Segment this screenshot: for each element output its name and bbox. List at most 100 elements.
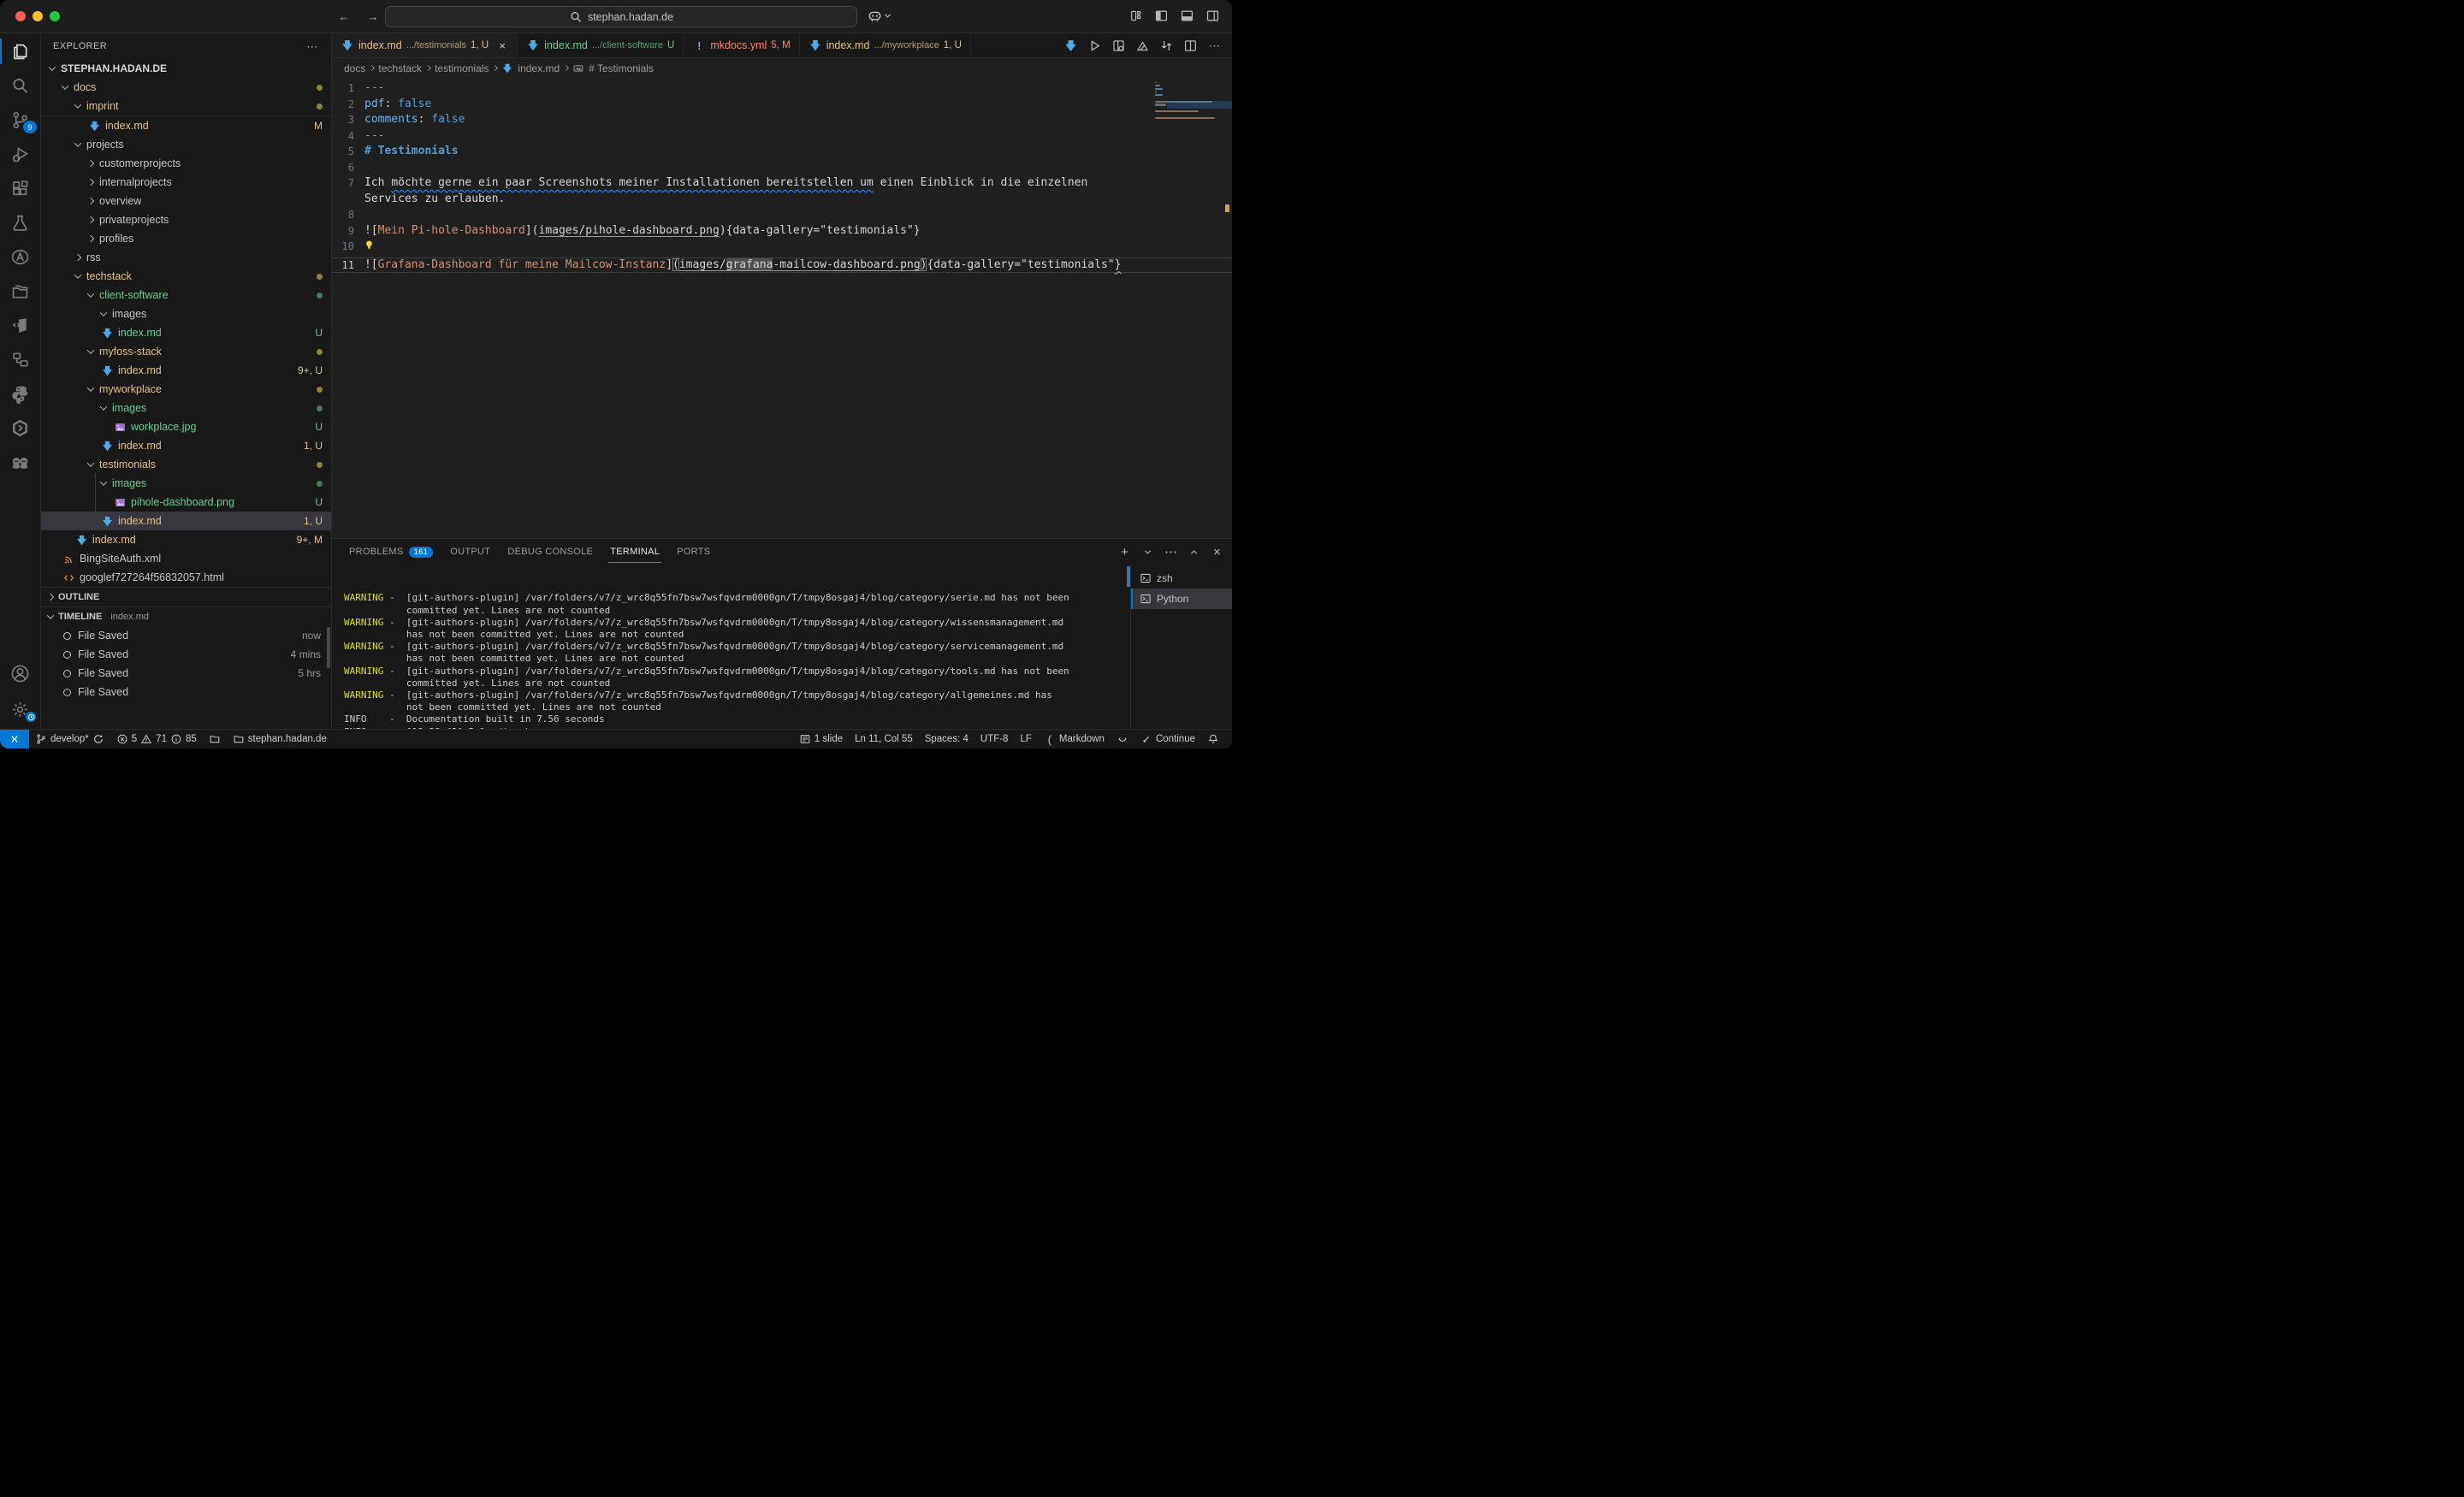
toggle-panel-button[interactable] [1180,9,1194,23]
status-language-status[interactable]: (Markdown [1038,730,1111,748]
status-slides-status[interactable]: 1 slide [793,730,849,748]
tree-item-myfoss-stack[interactable]: myfoss-stack [41,342,331,361]
status-eol-status[interactable]: LF [1014,730,1037,748]
timeline-entry[interactable]: File Savednow [41,626,331,645]
status-remote-indicator[interactable] [0,730,29,748]
breadcrumb-symbol[interactable]: # Testimonials [589,62,654,74]
tree-item-client-software[interactable]: client-software [41,286,331,305]
copilot-menu[interactable] [867,8,890,24]
status-editor-status[interactable] [203,730,227,748]
status-loading-status[interactable] [1111,730,1134,748]
terminal-scrollbar[interactable] [1127,566,1130,587]
status-notifications-bell[interactable] [1201,730,1225,748]
terminal-instance-python[interactable]: Python [1131,589,1232,609]
tree-item-images[interactable]: images [41,474,331,493]
activity-bar-item-extensions[interactable] [0,177,40,199]
status-encoding-status[interactable]: UTF-8 [974,730,1015,748]
editor-tab-index-md[interactable]: index.md.../myworkplace1, U [800,33,971,57]
breadcrumb-item[interactable]: testimonials [435,62,489,74]
markdown-preview-button[interactable] [1063,38,1078,53]
activity-bar-item-project-manager[interactable] [0,280,40,302]
activity-bar-item-source-control[interactable]: 9 [0,109,40,131]
breadcrumb-item[interactable]: techstack [378,62,422,74]
close-panel-button[interactable]: × [1211,546,1223,559]
sidebar-scrollbar[interactable] [327,627,330,668]
explorer-more-actions-button[interactable]: ⋯ [305,39,319,53]
terminal-output[interactable]: WARNING - [git-authors-plugin] /var/fold… [332,565,1130,729]
timeline-entry[interactable]: File Saved [41,683,331,701]
tree-item-pihole-dashboard-png[interactable]: pihole-dashboard.pngU [41,493,331,512]
activity-bar-item-hex-tool[interactable] [0,417,40,439]
tree-item-rss[interactable]: rss [41,248,331,267]
activity-bar-item-atlassian[interactable] [0,246,40,268]
timeline-entry[interactable]: File Saved4 mins [41,645,331,664]
toggle-secondary-sidebar-button[interactable] [1205,9,1220,23]
timeline-entry[interactable]: File Saved5 hrs [41,664,331,683]
tree-item-workplace-jpg[interactable]: workplace.jpgU [41,417,331,436]
diagram-preview-button[interactable] [1135,38,1150,53]
close-tab-button[interactable]: × [496,39,508,52]
activity-bar-item-accounts[interactable] [0,662,40,684]
tree-item-myworkplace[interactable]: myworkplace [41,380,331,399]
forward-button[interactable]: → [364,7,382,26]
tree-item-index-md[interactable]: index.mdU [41,323,331,342]
tree-item-projects[interactable]: projects [41,135,331,154]
tree-item-images[interactable]: images [41,399,331,417]
more-actions-button[interactable]: ⋯ [1207,38,1222,53]
open-preview-side-button[interactable] [1111,38,1126,53]
status-project-status[interactable]: stephan.hadan.de [227,730,333,748]
tree-item-overview[interactable]: overview [41,192,331,210]
panel-tab-output[interactable]: OUTPUT [441,539,499,565]
close-window-button[interactable] [15,11,26,21]
panel-tab-debug-console[interactable]: DEBUG CONSOLE [499,539,601,565]
panel-tab-ports[interactable]: PORTS [668,539,719,565]
toggle-primary-sidebar-button[interactable] [1154,9,1169,23]
activity-bar-item-testing[interactable] [0,211,40,234]
status-cursor-position[interactable]: Ln 11, Col 55 [849,730,919,748]
split-editor-button[interactable] [1183,38,1198,53]
customize-layout-button[interactable] [1128,9,1143,23]
outline-section-header[interactable]: OUTLINE [41,587,331,606]
tree-item-index-md[interactable]: index.md1, U [41,436,331,455]
tree-item-index-md[interactable]: index.md9+, M [41,530,331,549]
panel-tab-problems[interactable]: PROBLEMS161 [341,539,441,565]
zoom-window-button[interactable] [50,11,60,21]
tree-item-profiles[interactable]: profiles [41,229,331,248]
maximize-panel-button[interactable] [1188,546,1200,559]
activity-bar-item-settings[interactable] [0,698,40,720]
editor-tab-index-md[interactable]: index.md.../testimonials1, U× [332,33,518,57]
tree-item-privateprojects[interactable]: privateprojects [41,210,331,229]
activity-bar-item-search[interactable] [0,74,40,97]
activity-bar-item-code-docs[interactable] [0,314,40,336]
status-continue-status[interactable]: ✓Continue [1134,730,1201,748]
tree-item-internalprojects[interactable]: internalprojects [41,173,331,192]
tree-item-bingsiteauth-xml[interactable]: BingSiteAuth.xml [41,549,331,568]
activity-bar-item-object-hierarchy[interactable] [0,348,40,370]
tree-item-images[interactable]: images [41,305,331,323]
tree-item-stephan-hadan-de[interactable]: STEPHAN.HADAN.DE [41,59,331,78]
tree-item-techstack[interactable]: techstack [41,267,331,286]
editor-tab-index-md[interactable]: index.md.../client-softwareU [518,33,684,57]
terminal-profile-dropdown[interactable] [1141,546,1154,559]
tree-item-googlef727264f56832057-html[interactable]: googlef727264f56832057.html [41,568,331,587]
back-button[interactable]: ← [335,7,352,26]
tree-item-index-md[interactable]: index.mdM [41,116,331,135]
new-terminal-button[interactable]: + [1118,546,1131,559]
activity-bar-item-explorer[interactable] [0,40,40,62]
timeline-section-header[interactable]: TIMELINE index.md [41,606,331,626]
panel-tab-terminal[interactable]: TERMINAL [601,539,668,565]
status-branch-status[interactable]: develop* [29,730,110,748]
tree-item-customerprojects[interactable]: customerprojects [41,154,331,173]
breadcrumb-item[interactable]: docs [344,62,365,74]
tree-item-testimonials[interactable]: testimonials [41,455,331,474]
activity-bar-item-python[interactable] [0,382,40,405]
panel-more-button[interactable]: ⋯ [1164,546,1177,559]
tree-item-docs[interactable]: docs [41,78,331,97]
breadcrumb-file[interactable]: index.md [518,62,560,74]
activity-bar-item-run-and-debug[interactable] [0,143,40,165]
breadcrumb[interactable]: docs techstack testimonials index.md # Testi… [332,58,1232,78]
run-button[interactable] [1087,38,1102,53]
command-center[interactable]: stephan.hadan.de [385,6,857,27]
open-changes-button[interactable] [1159,38,1174,53]
status-indentation-status[interactable]: Spaces: 4 [919,730,974,748]
